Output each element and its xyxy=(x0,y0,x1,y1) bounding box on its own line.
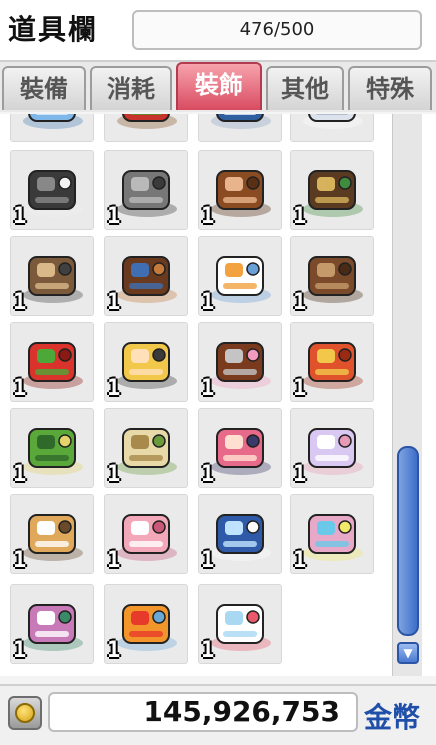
item-quantity: 1 xyxy=(13,204,27,229)
item-slot[interactable] xyxy=(104,114,188,142)
item-quantity: 1 xyxy=(13,290,27,315)
tab-other[interactable]: 其他 xyxy=(266,66,344,110)
item-slot[interactable]: 1 xyxy=(10,322,94,402)
item-slot[interactable]: 1 xyxy=(198,150,282,230)
item-quantity: 1 xyxy=(201,638,215,663)
item-quantity: 1 xyxy=(107,290,121,315)
item-quantity: 1 xyxy=(13,462,27,487)
item-slot[interactable] xyxy=(10,114,94,142)
item-quantity: 1 xyxy=(201,462,215,487)
coin-icon xyxy=(8,696,42,730)
item-slot[interactable]: 1 xyxy=(10,236,94,316)
money-label: 金幣 xyxy=(364,701,421,734)
item-quantity: 1 xyxy=(293,376,307,401)
window-title: 道具欄 xyxy=(8,13,99,46)
inventory-titlebar: 道具欄 476/500 xyxy=(0,0,436,62)
item-slot[interactable]: 1 xyxy=(104,584,188,664)
money-bar: 145,926,753 金幣 xyxy=(0,684,436,745)
item-quantity: 1 xyxy=(201,204,215,229)
item-slot[interactable]: 1 xyxy=(104,236,188,316)
item-quantity: 1 xyxy=(293,462,307,487)
item-slot[interactable]: 1 xyxy=(290,494,374,574)
inventory-tabs: 裝備 消耗 裝飾 其他 特殊 xyxy=(0,62,436,176)
item-slot[interactable] xyxy=(290,114,374,142)
scroll-down-button[interactable]: ▼ xyxy=(397,642,419,664)
tab-consume[interactable]: 消耗 xyxy=(90,66,172,110)
item-slot[interactable]: 1 xyxy=(104,322,188,402)
item-slot[interactable]: 1 xyxy=(10,150,94,230)
item-slot[interactable]: 1 xyxy=(198,584,282,664)
item-slot[interactable]: 1 xyxy=(104,494,188,574)
tab-decoration[interactable]: 裝飾 xyxy=(176,62,262,110)
item-quantity: 1 xyxy=(13,548,27,573)
item-slot[interactable] xyxy=(198,114,282,142)
item-quantity: 1 xyxy=(293,548,307,573)
item-quantity: 1 xyxy=(107,548,121,573)
item-slot[interactable]: 1 xyxy=(104,150,188,230)
item-quantity: 1 xyxy=(201,290,215,315)
item-slot[interactable]: 1 xyxy=(290,150,374,230)
item-slot[interactable]: 1 xyxy=(290,236,374,316)
item-quantity: 1 xyxy=(107,204,121,229)
item-quantity: 1 xyxy=(107,462,121,487)
item-slot[interactable]: 1 xyxy=(104,408,188,488)
item-slot[interactable]: 1 xyxy=(198,236,282,316)
item-slot[interactable]: 1 xyxy=(290,408,374,488)
item-slot[interactable]: 1 xyxy=(10,494,94,574)
money-amount: 145,926,753 xyxy=(48,692,358,732)
item-quantity: 1 xyxy=(107,638,121,663)
item-slot[interactable]: 1 xyxy=(290,322,374,402)
item-slot[interactable]: 1 xyxy=(10,584,94,664)
item-slot[interactable]: 1 xyxy=(198,408,282,488)
item-quantity: 1 xyxy=(293,290,307,315)
item-slot[interactable]: 1 xyxy=(198,322,282,402)
item-quantity: 1 xyxy=(13,376,27,401)
scrollbar[interactable]: ▼ xyxy=(392,114,422,676)
item-quantity: 1 xyxy=(201,376,215,401)
capacity-counter: 476/500 xyxy=(132,10,422,50)
item-slot[interactable]: 1 xyxy=(198,494,282,574)
tab-special[interactable]: 特殊 xyxy=(348,66,432,110)
item-slot[interactable]: 1 xyxy=(10,408,94,488)
item-quantity: 1 xyxy=(201,548,215,573)
item-panel: 1 1 1 1 1 1 1 1 1 1 1 1 1 1 1 1 1 1 1 1 … xyxy=(0,114,436,676)
item-quantity: 1 xyxy=(293,204,307,229)
item-quantity: 1 xyxy=(13,638,27,663)
item-grid: 1 1 1 1 1 1 1 1 1 1 1 1 1 1 1 1 1 1 1 1 … xyxy=(0,114,392,676)
item-quantity: 1 xyxy=(107,376,121,401)
tab-equip[interactable]: 裝備 xyxy=(2,66,86,110)
scroll-thumb[interactable] xyxy=(397,446,419,636)
